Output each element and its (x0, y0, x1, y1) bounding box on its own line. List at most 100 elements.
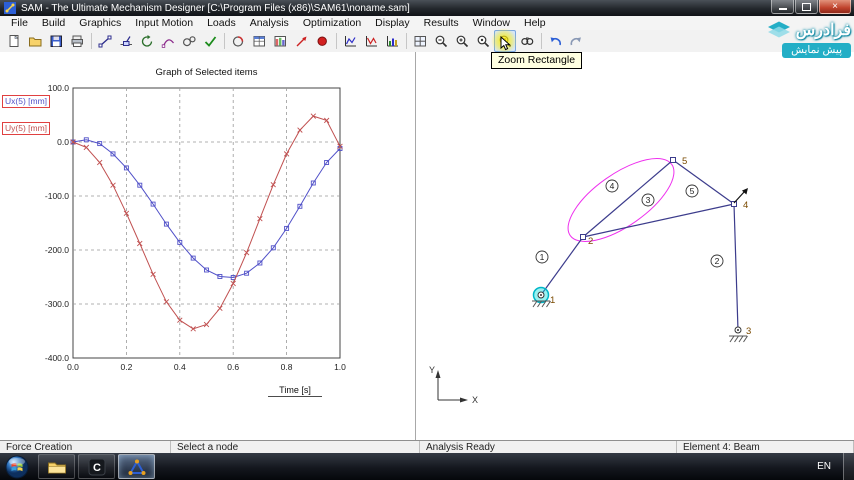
sam-app-icon (128, 458, 145, 475)
zoom-out-icon (435, 35, 447, 47)
series-label-uy5[interactable]: Uy(5) [mm] (2, 122, 51, 135)
taskbar-windows-explorer[interactable] (38, 454, 75, 479)
zoom-in-button[interactable] (452, 31, 472, 51)
svg-text:Y: Y (429, 365, 435, 375)
new-document-icon (9, 34, 19, 47)
zoom-rectangle-button[interactable] (494, 30, 516, 52)
mechanism-pane[interactable]: 1 2 3 4 5 1 2 3 4 5 Y X (416, 52, 854, 440)
graph-path-button[interactable] (361, 31, 381, 51)
slider-element-button[interactable] (116, 31, 136, 51)
brand-area: فرادرس پیش نمایش (766, 19, 851, 58)
menu-analysis[interactable]: Analysis (243, 17, 296, 29)
language-indicator[interactable]: EN (805, 461, 843, 472)
svg-text:1.0: 1.0 (334, 362, 346, 372)
load-table-button[interactable] (270, 31, 290, 51)
link-element-button[interactable] (95, 31, 115, 51)
slider-element-icon (120, 35, 132, 46)
svg-text:X: X (472, 395, 478, 405)
show-desktop-button[interactable] (843, 453, 854, 480)
graph-xy-icon (344, 35, 356, 46)
pan-view-button[interactable] (517, 31, 537, 51)
menu-window[interactable]: Window (466, 17, 517, 29)
menu-results[interactable]: Results (417, 17, 466, 29)
curve-element-icon (161, 38, 174, 48)
statusbar: Force Creation Select a node Analysis Read… (0, 440, 854, 454)
menu-build[interactable]: Build (35, 17, 72, 29)
svg-text:-200.0: -200.0 (45, 245, 69, 255)
menu-loads[interactable]: Loads (200, 17, 243, 29)
mechanism-canvas[interactable]: 1 2 3 4 5 1 2 3 4 5 Y X (416, 52, 854, 440)
gear-element-button[interactable] (179, 31, 199, 51)
series-label-ux5[interactable]: Ux(5) [mm] (2, 95, 51, 108)
graph-of-selected-items[interactable]: 0.0 0.2 0.4 0.6 0.8 1.0 100.0 0.0 -100.0 -200.0 -3… (0, 52, 415, 440)
svg-text:Time [s]: Time [s] (279, 385, 311, 395)
start-button[interactable] (5, 455, 29, 479)
zoom-out-button[interactable] (431, 31, 451, 51)
zoom-rectangle-icon (499, 35, 511, 47)
menu-optimization[interactable]: Optimization (296, 17, 368, 29)
svg-text:3: 3 (646, 195, 651, 205)
svg-text:4: 4 (610, 181, 615, 191)
taskbar-sam-app[interactable] (118, 454, 155, 479)
force-load-button[interactable] (291, 31, 311, 51)
zoom-extents-icon (477, 35, 489, 47)
undo-button[interactable] (545, 31, 565, 51)
rotation-input-button[interactable] (137, 31, 157, 51)
zoom-in-icon (456, 35, 468, 47)
svg-text:0.8: 0.8 (281, 362, 293, 372)
svg-text:5: 5 (682, 156, 687, 167)
menu-input-motion[interactable]: Input Motion (128, 17, 200, 29)
menu-graphics[interactable]: Graphics (72, 17, 128, 29)
record-motion-button[interactable] (312, 31, 332, 51)
graph-bars-icon (386, 35, 398, 46)
toolbar-separator (336, 33, 337, 49)
undo-icon (550, 36, 561, 45)
open-file-icon (28, 37, 41, 46)
brand-name: فرادرس (795, 22, 851, 39)
folder-icon (47, 462, 66, 473)
verify-mechanism-button[interactable] (200, 31, 220, 51)
menu-file[interactable]: File (4, 17, 35, 29)
svg-text:0.0: 0.0 (57, 137, 69, 147)
svg-text:1: 1 (550, 295, 555, 306)
open-file-button[interactable] (25, 31, 45, 51)
print-icon (71, 35, 83, 47)
toolbar-separator (406, 33, 407, 49)
menu-help[interactable]: Help (517, 17, 553, 29)
zoom-fit-icon (414, 35, 426, 46)
svg-text:0.2: 0.2 (120, 362, 132, 372)
force-load-icon (296, 36, 306, 46)
svg-text:-400.0: -400.0 (45, 353, 69, 363)
input-motion-button[interactable] (228, 31, 248, 51)
main-area: 0.0 0.2 0.4 0.6 0.8 1.0 100.0 0.0 -100.0 -200.0 -3… (0, 52, 854, 440)
pan-view-icon (520, 37, 533, 45)
print-button[interactable] (67, 31, 87, 51)
gear-element-icon (182, 35, 196, 46)
svg-text:4: 4 (743, 200, 748, 211)
minimize-button[interactable] (771, 0, 794, 14)
graph-xy-button[interactable] (340, 31, 360, 51)
graph-pane[interactable]: 0.0 0.2 0.4 0.6 0.8 1.0 100.0 0.0 -100.0 -200.0 -3… (0, 52, 416, 440)
graph-bars-button[interactable] (382, 31, 402, 51)
new-document-button[interactable] (4, 31, 24, 51)
tooltip: Zoom Rectangle (491, 52, 583, 69)
load-table-icon (274, 35, 286, 46)
element-table-icon (253, 35, 265, 46)
menu-display[interactable]: Display (368, 17, 416, 29)
taskbar-screen-recorder[interactable]: C (78, 454, 115, 479)
zoom-extents-button[interactable] (473, 31, 493, 51)
menubar: File Build Graphics Input Motion Loads Analys… (0, 16, 854, 31)
record-motion-icon (317, 36, 327, 46)
rotation-input-icon (141, 34, 152, 47)
svg-text:-300.0: -300.0 (45, 299, 69, 309)
save-file-button[interactable] (46, 31, 66, 51)
close-button[interactable]: × (819, 0, 851, 14)
zoom-fit-button[interactable] (410, 31, 430, 51)
curve-element-button[interactable] (158, 31, 178, 51)
redo-button[interactable] (566, 31, 586, 51)
maximize-button[interactable] (795, 0, 818, 14)
recorder-icon: C (88, 458, 105, 475)
svg-text:1: 1 (540, 252, 545, 262)
element-table-button[interactable] (249, 31, 269, 51)
svg-text:2: 2 (715, 256, 720, 266)
